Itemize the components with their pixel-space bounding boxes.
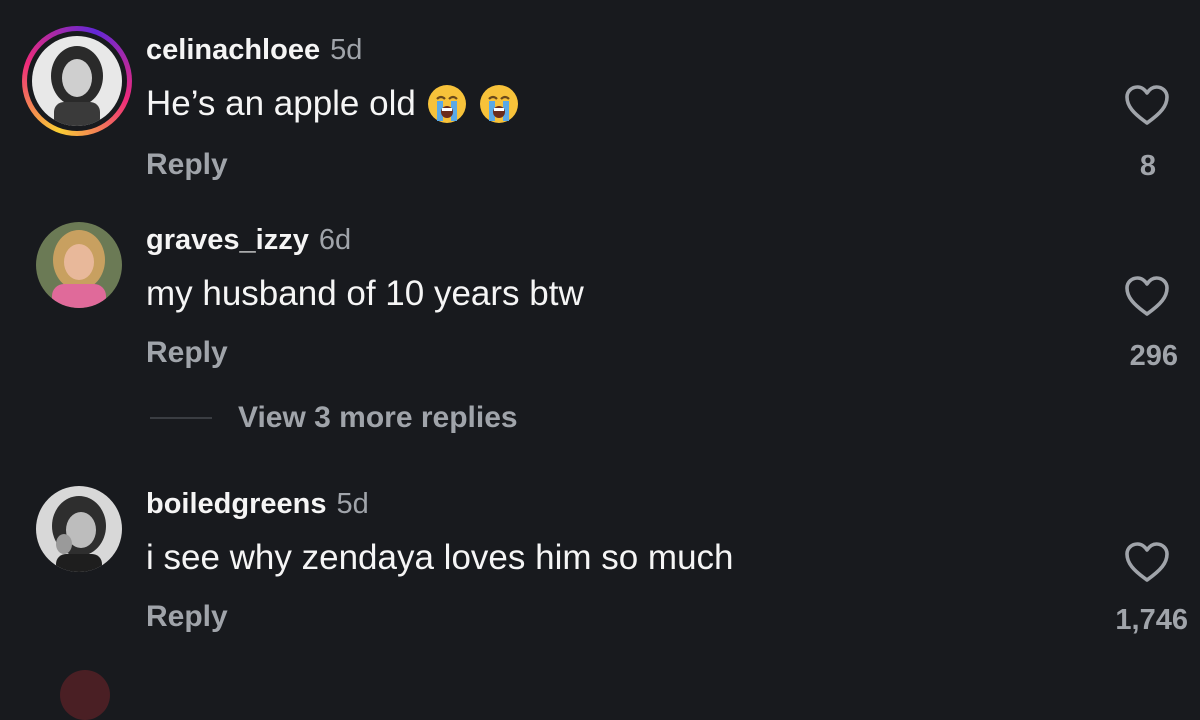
comment-time: 5d — [336, 488, 369, 520]
reply-button[interactable]: Reply — [146, 148, 228, 182]
avatar[interactable] — [60, 670, 110, 720]
heart-icon[interactable] — [1123, 540, 1171, 584]
comment-body: He’s an apple old — [146, 84, 416, 123]
comment-username[interactable]: celinachloee 5d — [146, 34, 362, 67]
avatar[interactable] — [36, 222, 122, 308]
like-count: 8 — [1139, 150, 1156, 182]
comment-username[interactable]: graves_izzy 6d — [146, 224, 351, 257]
comment-text: He’s an apple old — [146, 80, 520, 128]
avatar-photo — [32, 36, 122, 126]
comment-time: 5d — [330, 34, 363, 66]
divider-line — [150, 417, 212, 419]
comment-body: my husband of 10 years btw — [146, 274, 584, 313]
like-count: 296 — [1129, 340, 1178, 372]
reply-button[interactable]: Reply — [146, 600, 228, 634]
avatar[interactable] — [22, 26, 132, 136]
heart-icon[interactable] — [1123, 83, 1171, 127]
comment-item: celinachloee 5d He’s an apple old Reply … — [0, 26, 1200, 216]
comment-text: i see why zendaya loves him so much — [146, 536, 734, 580]
reply-button[interactable]: Reply — [146, 336, 228, 370]
comment-item: graves_izzy 6d my husband of 10 years btw… — [0, 218, 1200, 408]
loudly-crying-face-icon — [426, 83, 468, 125]
comment-text: my husband of 10 years btw — [146, 272, 584, 316]
heart-icon[interactable] — [1123, 274, 1171, 318]
username-text[interactable]: celinachloee — [146, 34, 320, 66]
view-more-replies-button[interactable]: View 3 more replies — [150, 398, 650, 438]
view-more-label[interactable]: View 3 more replies — [238, 401, 518, 435]
like-count: 1,746 — [1115, 604, 1188, 636]
loudly-crying-face-icon — [478, 83, 520, 125]
username-text[interactable]: graves_izzy — [146, 224, 309, 256]
comment-item: boiledgreens 5d i see why zendaya loves h… — [0, 482, 1200, 672]
username-text[interactable]: boiledgreens — [146, 488, 327, 520]
comment-username[interactable]: boiledgreens 5d — [146, 488, 369, 521]
comment-body: i see why zendaya loves him so much — [146, 538, 734, 577]
avatar[interactable] — [36, 486, 122, 572]
comment-time: 6d — [318, 224, 352, 256]
